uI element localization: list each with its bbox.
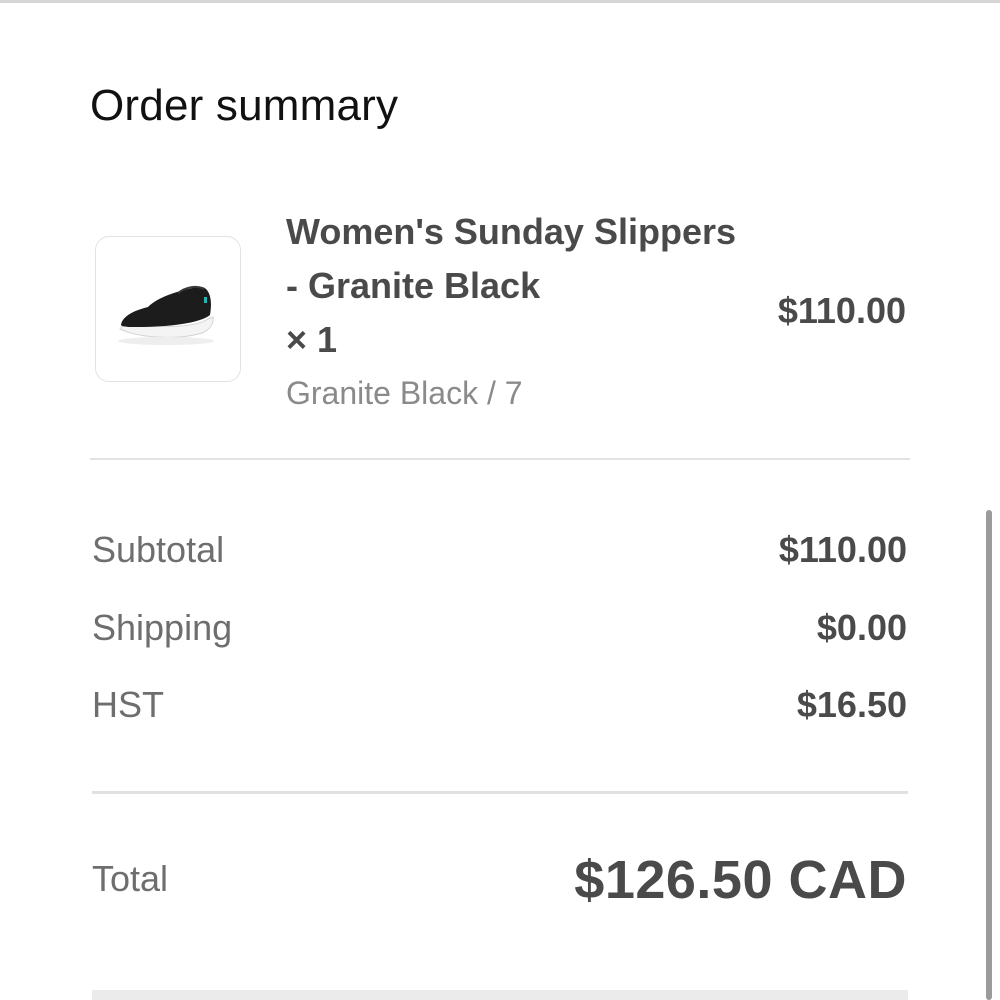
total-value: $126.50 CAD (574, 850, 907, 910)
scrollbar[interactable] (986, 510, 992, 1000)
line-item: Women's Sunday Slippers - Granite Black … (90, 205, 910, 425)
shipping-value: $0.00 (816, 607, 907, 648)
item-variant: Granite Black / 7 (286, 375, 523, 411)
tax-value: $16.50 (796, 684, 907, 725)
slipper-shoe-icon (118, 285, 214, 345)
divider (92, 791, 908, 794)
shipping-row: Shipping $0.00 (92, 603, 907, 653)
item-price: $110.00 (777, 290, 906, 331)
subtotal-value: $110.00 (778, 529, 907, 570)
product-thumbnail (95, 236, 241, 382)
subtotal-row: Subtotal $110.00 (92, 525, 907, 575)
shipping-label: Shipping (92, 607, 233, 648)
order-summary-title: Order summary (90, 81, 399, 130)
divider (90, 458, 910, 460)
item-name: Women's Sunday Slippers - Granite Black (286, 211, 736, 306)
tax-row: HST $16.50 (92, 680, 907, 730)
tax-label: HST (92, 684, 164, 725)
order-summary: Order summary Women's Sunday Slippers - … (0, 0, 1000, 1000)
item-quantity: × 1 (286, 319, 338, 360)
subtotal-label: Subtotal (92, 529, 225, 570)
next-section-edge (92, 990, 908, 1000)
total-row: Total $126.50 CAD (92, 845, 907, 915)
total-label: Total (92, 858, 169, 899)
